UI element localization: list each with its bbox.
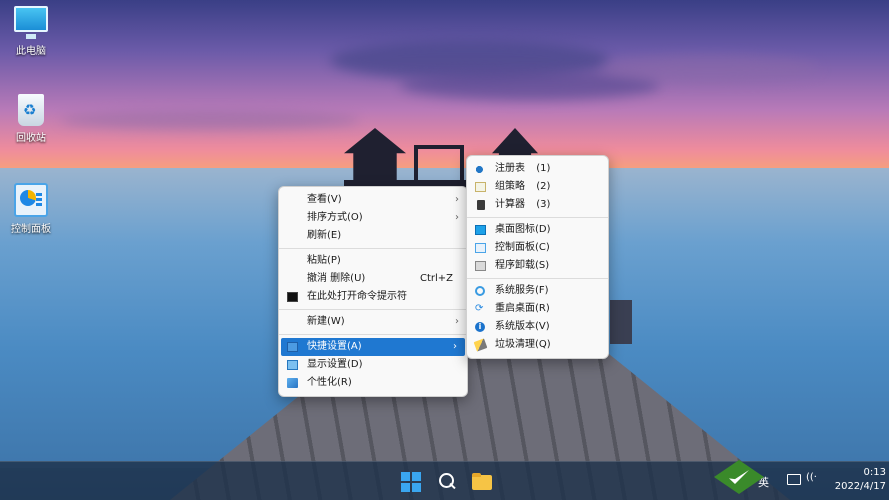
menu-item-open-cmd[interactable]: 在此处打开命令提示符 <box>279 288 467 306</box>
cmd-icon <box>287 292 298 302</box>
submenu-item-registry[interactable]: 注册表 (1) <box>467 160 608 178</box>
quick-settings-submenu: 注册表 (1) 组策略 (2) 计算器 (3) 桌面图标(D) 控制面板(C) … <box>466 155 609 359</box>
start-button[interactable] <box>397 468 425 496</box>
menu-item-label: 显示设置(D) <box>307 359 363 370</box>
menu-item-label: 在此处打开命令提示符 <box>307 291 407 302</box>
submenu-item-label: 控制面板(C) <box>495 242 550 253</box>
submenu-item-key: (1) <box>536 163 551 174</box>
quick-settings-icon <box>287 342 298 352</box>
menu-item-label: 个性化(R) <box>307 377 352 388</box>
group-policy-icon <box>475 182 486 192</box>
site-watermark <box>714 458 879 498</box>
submenu-item-system-version[interactable]: i 系统版本(V) <box>467 318 608 336</box>
submenu-item-group-policy[interactable]: 组策略 (2) <box>467 178 608 196</box>
windows-logo-icon <box>412 472 421 481</box>
menu-item-personalize[interactable]: 个性化(R) <box>279 374 467 392</box>
submenu-item-services[interactable]: 系统服务(F) <box>467 282 608 300</box>
desktop-icon-control-panel[interactable]: 控制面板 <box>1 183 61 235</box>
menu-item-paste[interactable]: 粘贴(P) <box>279 252 467 270</box>
desktop-icon-recycle-bin[interactable]: 回收站 <box>1 94 61 144</box>
submenu-item-uninstall[interactable]: 程序卸载(S) <box>467 257 608 275</box>
desktop-icon-label: 控制面板 <box>11 224 51 235</box>
wallpaper-cloud <box>600 55 820 83</box>
menu-item-label: 快捷设置(A) <box>307 341 362 352</box>
wallpaper-gate <box>414 145 464 185</box>
restart-desktop-icon: ⟳ <box>475 303 484 314</box>
watermark-logo-icon <box>714 460 764 494</box>
desktop-icon-label: 回收站 <box>16 133 46 144</box>
menu-item-label: 新建(W) <box>307 316 345 327</box>
submenu-item-label: 注册表 <box>495 163 525 174</box>
submenu-item-label: 垃圾清理(Q) <box>495 339 551 350</box>
chevron-right-icon: › <box>455 316 459 327</box>
control-panel-icon <box>14 183 48 217</box>
menu-separator <box>467 217 608 218</box>
chevron-right-icon: › <box>455 212 459 223</box>
cleanup-icon <box>473 338 488 352</box>
control-panel-icon <box>475 243 486 253</box>
personalize-icon <box>287 378 298 388</box>
services-icon <box>475 286 485 296</box>
recycle-bin-icon <box>18 94 44 126</box>
submenu-item-calculator[interactable]: 计算器 (3) <box>467 196 608 214</box>
submenu-item-label: 重启桌面(R) <box>495 303 550 314</box>
menu-separator <box>279 334 467 335</box>
desktop-context-menu: 查看(V) › 排序方式(O) › 刷新(E) 粘贴(P) 撤消 删除(U) C… <box>278 186 468 397</box>
menu-item-new[interactable]: 新建(W) › <box>279 313 467 331</box>
submenu-item-label: 桌面图标(D) <box>495 224 551 235</box>
menu-separator <box>467 278 608 279</box>
windows-logo-icon <box>412 483 421 492</box>
wallpaper-post <box>610 300 632 344</box>
menu-separator <box>279 248 467 249</box>
registry-icon <box>475 164 486 174</box>
info-icon: i <box>475 322 485 332</box>
submenu-item-label: 系统版本(V) <box>495 321 550 332</box>
submenu-item-label: 系统服务(F) <box>495 285 549 296</box>
submenu-item-desktop-icons[interactable]: 桌面图标(D) <box>467 221 608 239</box>
uninstall-icon <box>475 261 486 271</box>
menu-item-label: 排序方式(O) <box>307 212 363 223</box>
desktop-icon-label: 此电脑 <box>16 46 46 57</box>
submenu-item-key: (2) <box>536 181 551 192</box>
search-icon[interactable] <box>433 468 461 496</box>
menu-item-label: 撤消 删除(U) <box>307 273 366 284</box>
submenu-item-label: 组策略 <box>495 181 525 192</box>
menu-item-shortcut: Ctrl+Z <box>419 273 453 284</box>
menu-separator <box>279 309 467 310</box>
menu-item-quick-settings[interactable]: 快捷设置(A) › <box>281 338 465 356</box>
display-settings-icon <box>287 360 298 370</box>
menu-item-refresh[interactable]: 刷新(E) <box>279 227 467 245</box>
desktop-icon-this-pc[interactable]: 此电脑 <box>1 6 61 57</box>
chevron-right-icon: › <box>453 341 457 352</box>
desktop-icons-icon <box>475 225 486 235</box>
this-pc-icon <box>14 6 48 39</box>
submenu-item-restart-desktop[interactable]: ⟳ 重启桌面(R) <box>467 300 608 318</box>
chevron-right-icon: › <box>455 194 459 205</box>
windows-logo-icon <box>401 472 410 481</box>
menu-item-view[interactable]: 查看(V) › <box>279 191 467 209</box>
file-explorer-icon[interactable] <box>468 468 496 496</box>
menu-item-label: 刷新(E) <box>307 230 342 241</box>
wallpaper-cloud <box>60 110 360 130</box>
windows-logo-icon <box>401 483 410 492</box>
menu-item-label: 粘贴(P) <box>307 255 341 266</box>
submenu-item-label: 计算器 <box>495 199 525 210</box>
submenu-item-cleanup[interactable]: 垃圾清理(Q) <box>467 336 608 354</box>
calculator-icon <box>477 200 485 210</box>
submenu-item-control-panel[interactable]: 控制面板(C) <box>467 239 608 257</box>
submenu-item-key: (3) <box>536 199 551 210</box>
menu-item-label: 查看(V) <box>307 194 342 205</box>
menu-item-undo-delete[interactable]: 撤消 删除(U) Ctrl+Z <box>279 270 467 288</box>
menu-item-sort[interactable]: 排序方式(O) › <box>279 209 467 227</box>
menu-item-display-settings[interactable]: 显示设置(D) <box>279 356 467 374</box>
submenu-item-label: 程序卸载(S) <box>495 260 550 271</box>
